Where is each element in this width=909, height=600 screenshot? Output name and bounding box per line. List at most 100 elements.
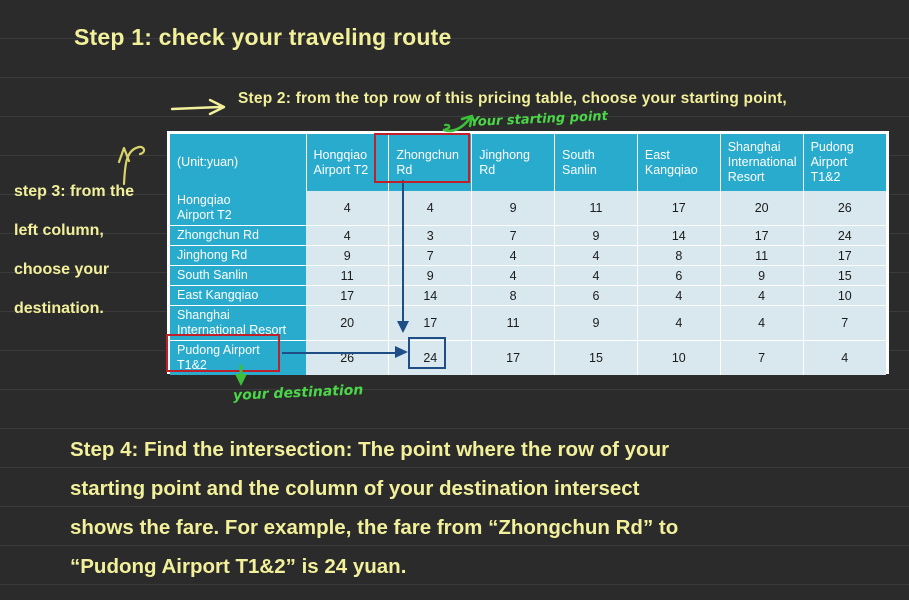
column-header-line: Pudong: [810, 140, 854, 154]
row-header-line: Airport T2: [177, 208, 232, 222]
table-cell-fare: 4: [637, 285, 721, 306]
step4-line-2: starting point and the column of your de…: [70, 477, 640, 500]
table-cell-fare: 20: [720, 191, 804, 226]
table-cell-fare: 11: [306, 265, 390, 286]
table-cell-fare: 17: [720, 225, 804, 246]
table-cell-fare: 17: [803, 245, 886, 266]
column-header-line: Kangqiao: [644, 162, 698, 177]
column-header-line: International: [727, 155, 797, 169]
table-row: Zhongchun Rd 4 3 7 9 14 17 24: [170, 225, 886, 246]
table-header: (Unit:yuan) Hongqiao Airport T2 Zhongchun R…: [170, 134, 886, 191]
column-header-line: Shanghai: [727, 140, 781, 154]
table-row-header: Hongqiao Airport T2: [170, 191, 306, 226]
step4-line-4: “Pudong Airport T1&2” is 24 yuan.: [70, 555, 407, 578]
table-cell-fare: 4: [554, 265, 638, 286]
table-cell-fare: 15: [554, 340, 638, 375]
yellow-arrow-right-icon: [170, 98, 226, 116]
table-cell-fare: 4: [554, 245, 638, 266]
row-header-line: Hongqiao: [177, 193, 231, 207]
row-header-line: East Kangqiao: [177, 288, 259, 302]
step4-instruction-block: Step 4: Find the intersection: The point…: [70, 430, 678, 586]
step4-line-3: shows the fare. For example, the fare fr…: [70, 516, 679, 539]
table-cell-fare: 26: [803, 191, 886, 226]
column-header-line: Resort: [727, 170, 765, 184]
table-row-header: South Sanlin: [170, 265, 306, 286]
table-cell-fare: 9: [471, 191, 556, 226]
table-row: Jinghong Rd 9 7 4 4 8 11 17: [170, 245, 886, 266]
table-column-header: South Sanlin: [554, 134, 638, 191]
table-cell-fare: 8: [637, 245, 721, 266]
blue-arrow-down-icon: [397, 180, 409, 333]
highlight-box-destination-row: [166, 334, 280, 372]
table-cell-fare: 4: [637, 305, 721, 341]
table-cell-fare: 4: [720, 305, 804, 341]
table-header-row: (Unit:yuan) Hongqiao Airport T2 Zhongchun R…: [170, 134, 886, 191]
step3-line-2: left column,: [14, 222, 104, 239]
table-cell-fare: 17: [306, 285, 390, 306]
table-cell-fare: 11: [471, 305, 556, 341]
table-row: East Kangqiao 17 14 8 6 4 4 10: [170, 285, 886, 306]
step3-line-3: choose your: [14, 261, 110, 278]
table-cell-fare: 9: [720, 265, 804, 286]
column-header-line: Jinghong: [479, 147, 530, 162]
table-cell-fare: 26: [306, 340, 390, 375]
table-cell-fare: 4: [471, 265, 556, 286]
blue-arrow-right-icon: [282, 346, 408, 358]
column-header-line: Airport T1&2: [810, 155, 848, 184]
column-header-line: Sanlin: [562, 162, 597, 177]
table-corner-label: (Unit:yuan): [170, 134, 307, 191]
annotation-starting-point: Your starting point: [469, 108, 609, 131]
table-cell-fare: 20: [306, 305, 390, 341]
table-column-header: Jinghong Rd: [471, 134, 556, 191]
step3-instruction-block: step 3: from the left column, choose you…: [14, 172, 134, 328]
table-row-header: Zhongchun Rd: [170, 225, 306, 246]
column-header-line: Hongqiao: [313, 147, 368, 162]
table-cell-fare: 8: [471, 285, 556, 306]
column-header-line: South: [562, 147, 595, 162]
annotation-destination: your destination: [232, 382, 364, 404]
step2-instruction: Step 2: from the top row of this pricing…: [238, 90, 787, 107]
table-column-header: Pudong Airport T1&2: [803, 134, 886, 191]
green-arrow-down-icon: [235, 364, 247, 386]
row-header-line: Shanghai: [177, 308, 230, 322]
yellow-curved-arrow-up-icon: [117, 145, 146, 186]
table-row-header: East Kangqiao: [170, 285, 306, 306]
green-swoosh-arrow-icon: [442, 114, 474, 133]
row-header-line: Zhongchun Rd: [177, 228, 260, 242]
table-cell-fare: 7: [720, 340, 804, 375]
table-cell-fare: 24: [803, 225, 886, 246]
table-row-header: Jinghong Rd: [170, 245, 306, 266]
column-header-line: East: [644, 147, 670, 162]
table-cell-fare: 9: [554, 305, 638, 341]
table-cell-fare: 9: [554, 225, 638, 246]
step3-line-4: destination.: [14, 300, 104, 317]
table-cell-fare: 14: [637, 225, 721, 246]
highlight-box-starting-column: [374, 133, 470, 183]
table-cell-fare: 6: [554, 285, 638, 306]
table-cell-fare: 6: [637, 265, 721, 286]
step1-heading: Step 1: check your traveling route: [74, 24, 452, 50]
row-header-line: South Sanlin: [177, 268, 248, 282]
table-cell-fare: 11: [720, 245, 804, 266]
table-column-header: Shanghai International Resort: [720, 134, 804, 191]
table-cell-fare: 11: [554, 191, 638, 226]
table-cell-fare: 4: [803, 340, 886, 375]
table-row: Hongqiao Airport T2 4 4 9 11 17 20 26: [170, 191, 886, 226]
table-cell-fare: 17: [637, 191, 721, 226]
row-header-line: Jinghong Rd: [177, 248, 248, 262]
table-cell-fare: 10: [803, 285, 886, 306]
table-row: South Sanlin 11 9 4 4 6 9 15: [170, 265, 886, 286]
table-cell-fare: 9: [306, 245, 390, 266]
table-cell-fare: 7: [471, 225, 556, 246]
table-cell-fare: 15: [803, 265, 886, 286]
column-header-line: Rd: [479, 162, 496, 177]
step4-line-1: Step 4: Find the intersection: The point…: [70, 438, 670, 461]
highlight-box-fare-value: [408, 337, 446, 369]
table-column-header: East Kangqiao: [637, 134, 721, 191]
table-cell-fare: 17: [471, 340, 556, 375]
table-cell-fare: 4: [306, 191, 390, 226]
table-cell-fare: 4: [720, 285, 804, 306]
table-cell-fare: 4: [471, 245, 556, 266]
column-header-line: Airport T2: [313, 162, 369, 177]
table-cell-fare: 7: [803, 305, 886, 341]
